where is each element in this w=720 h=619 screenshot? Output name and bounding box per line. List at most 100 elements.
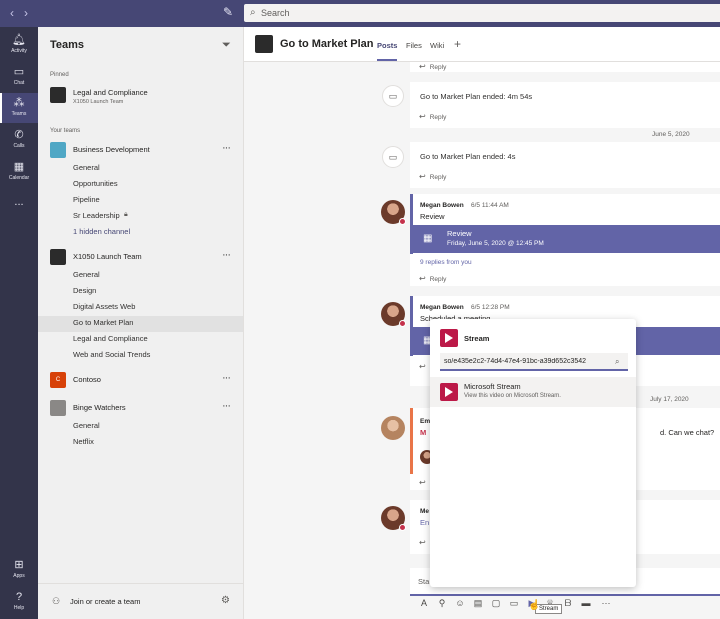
- stream-logo-icon: [440, 383, 458, 401]
- stream-result-item[interactable]: Microsoft Stream View this video on Micr…: [430, 377, 636, 407]
- more-icon: ...: [14, 196, 24, 208]
- rail-item-calls[interactable]: ✆ Calls: [0, 125, 38, 155]
- gif-icon[interactable]: ▤: [472, 598, 484, 610]
- plus-icon[interactable]: +: [454, 37, 461, 51]
- stream-popup: Stream ⌕ Microsoft Stream View this vide…: [430, 319, 636, 587]
- chat-icon: ▭: [13, 66, 25, 78]
- reply-button[interactable]: ↩ Reply: [419, 62, 446, 76]
- stream-logo-icon: [440, 329, 458, 347]
- cursor-icon: ☝: [528, 600, 541, 611]
- app-icon[interactable]: ▬: [580, 598, 592, 610]
- reply-icon: ↩: [419, 172, 426, 181]
- status-badge: [399, 218, 406, 225]
- system-message: [410, 82, 720, 128]
- date-separator: June 5, 2020: [652, 131, 690, 138]
- rail-item-more[interactable]: ...: [0, 192, 38, 222]
- channel-item[interactable]: General: [38, 161, 243, 175]
- channel-item[interactable]: Legal and Compliance: [38, 332, 243, 346]
- reply-icon[interactable]: ↩: [419, 478, 430, 492]
- date-separator: July 17, 2020: [650, 396, 689, 403]
- more-options-icon[interactable]: ···: [222, 142, 231, 154]
- compose-icon[interactable]: ✎: [221, 5, 235, 19]
- bing-icon[interactable]: ᗷ: [562, 598, 574, 610]
- team-business-development[interactable]: Business Development ···: [38, 140, 243, 160]
- attach-icon[interactable]: ⚲: [436, 598, 448, 610]
- team-avatar: C: [50, 372, 66, 388]
- popup-title: Stream: [464, 334, 490, 343]
- title-bar: ‹ › ✎ ⌕ Search: [0, 0, 720, 27]
- phone-icon: ✆: [14, 129, 24, 141]
- chevron-left-icon[interactable]: ‹: [6, 6, 18, 20]
- more-options-icon[interactable]: ···: [222, 372, 231, 384]
- reply-button[interactable]: ↩ Reply: [419, 172, 446, 186]
- more-options-icon[interactable]: ···: [222, 249, 231, 261]
- search-icon[interactable]: ⌕: [615, 357, 619, 367]
- format-icon[interactable]: A: [418, 598, 430, 610]
- channel-item[interactable]: Web and Social Trends: [38, 348, 243, 362]
- channel-item-active[interactable]: Go to Market Plan: [38, 316, 243, 332]
- reply-icon: ↩: [419, 62, 426, 71]
- pinned-team[interactable]: Legal and Compliance X1050 Launch Team: [38, 85, 243, 109]
- team-avatar: [50, 87, 66, 103]
- calendar-icon: ▦: [13, 161, 25, 173]
- team-binge-watchers[interactable]: Binge Watchers ···: [38, 398, 243, 418]
- replies-link[interactable]: 9 replies from you: [420, 259, 472, 266]
- system-message: [410, 142, 720, 188]
- more-options-icon[interactable]: ···: [600, 598, 612, 610]
- lock-icon: 🔒︎: [124, 211, 128, 218]
- search-icon: ⌕: [250, 7, 256, 18]
- reply-button[interactable]: ↩ Reply: [419, 112, 446, 126]
- more-options-icon[interactable]: ···: [222, 400, 231, 412]
- emoji-icon[interactable]: ☺: [454, 598, 466, 610]
- accent-bar: [410, 408, 413, 474]
- channel-item[interactable]: Sr Leadership 🔒︎: [38, 209, 243, 223]
- filter-icon[interactable]: ⏷: [222, 39, 231, 52]
- meeting-card[interactable]: ▦ Review Friday, June 5, 2020 @ 12:45 PM: [413, 225, 720, 253]
- avatar[interactable]: [381, 416, 405, 440]
- tab-posts[interactable]: Posts: [377, 41, 397, 50]
- avatar[interactable]: [381, 302, 406, 327]
- gear-icon[interactable]: ⚙: [221, 595, 230, 606]
- tab-wiki[interactable]: Wiki: [430, 41, 444, 50]
- chevron-right-icon[interactable]: ›: [20, 6, 32, 20]
- status-badge: [399, 320, 406, 327]
- reply-button[interactable]: ↩ Reply: [419, 274, 446, 288]
- channel-item[interactable]: General: [38, 419, 243, 433]
- team-x1050-launch-team[interactable]: X1050 Launch Team ···: [38, 247, 243, 267]
- avatar[interactable]: [381, 506, 406, 531]
- meet-now-icon[interactable]: ▭: [508, 598, 520, 610]
- rail-item-apps[interactable]: ⊞ Apps: [0, 555, 38, 585]
- reply-icon[interactable]: ↩: [419, 362, 430, 376]
- add-team-icon: ⚇: [52, 596, 61, 606]
- search-box[interactable]: ⌕ Search: [244, 4, 720, 22]
- rail-item-chat[interactable]: ▭ Chat: [0, 62, 38, 92]
- rail-item-teams[interactable]: ⁂ Teams: [0, 93, 38, 123]
- team-contoso[interactable]: C Contoso ···: [38, 370, 243, 390]
- reply-icon[interactable]: ↩: [419, 538, 430, 552]
- avatar[interactable]: [381, 200, 406, 225]
- search-input[interactable]: Search: [261, 8, 290, 18]
- hidden-channels-link[interactable]: 1 hidden channel: [38, 225, 243, 239]
- join-create-team[interactable]: ⚇ Join or create a team ⚙: [38, 583, 243, 619]
- stream-url-input[interactable]: [440, 353, 628, 371]
- channel-item[interactable]: Opportunities: [38, 177, 243, 191]
- message-card: [410, 62, 720, 72]
- channel-item[interactable]: Netflix: [38, 435, 243, 449]
- apps-icon: ⊞: [14, 559, 24, 571]
- pinned-label: Pinned: [50, 72, 69, 78]
- rail-item-calendar[interactable]: ▦ Calendar: [0, 157, 38, 187]
- status-badge: [399, 524, 406, 531]
- rail-item-activity[interactable]: 🔔︎ Activity: [0, 30, 38, 60]
- sticker-icon[interactable]: ▢: [490, 598, 502, 610]
- channel-item[interactable]: Digital Assets Web: [38, 300, 243, 314]
- tab-files[interactable]: Files: [406, 41, 422, 50]
- channel-item[interactable]: General: [38, 268, 243, 282]
- channel-header: Go to Market Plan Posts Files Wiki +: [244, 27, 720, 62]
- active-tab-indicator: [377, 59, 397, 61]
- rail-item-help[interactable]: ? Help: [0, 587, 38, 617]
- channel-item[interactable]: Pipeline: [38, 193, 243, 207]
- panel-title: Teams: [50, 39, 85, 51]
- calendar-icon: ▦: [423, 233, 433, 244]
- channel-item[interactable]: Design: [38, 284, 243, 298]
- page-title: Go to Market Plan: [280, 38, 374, 50]
